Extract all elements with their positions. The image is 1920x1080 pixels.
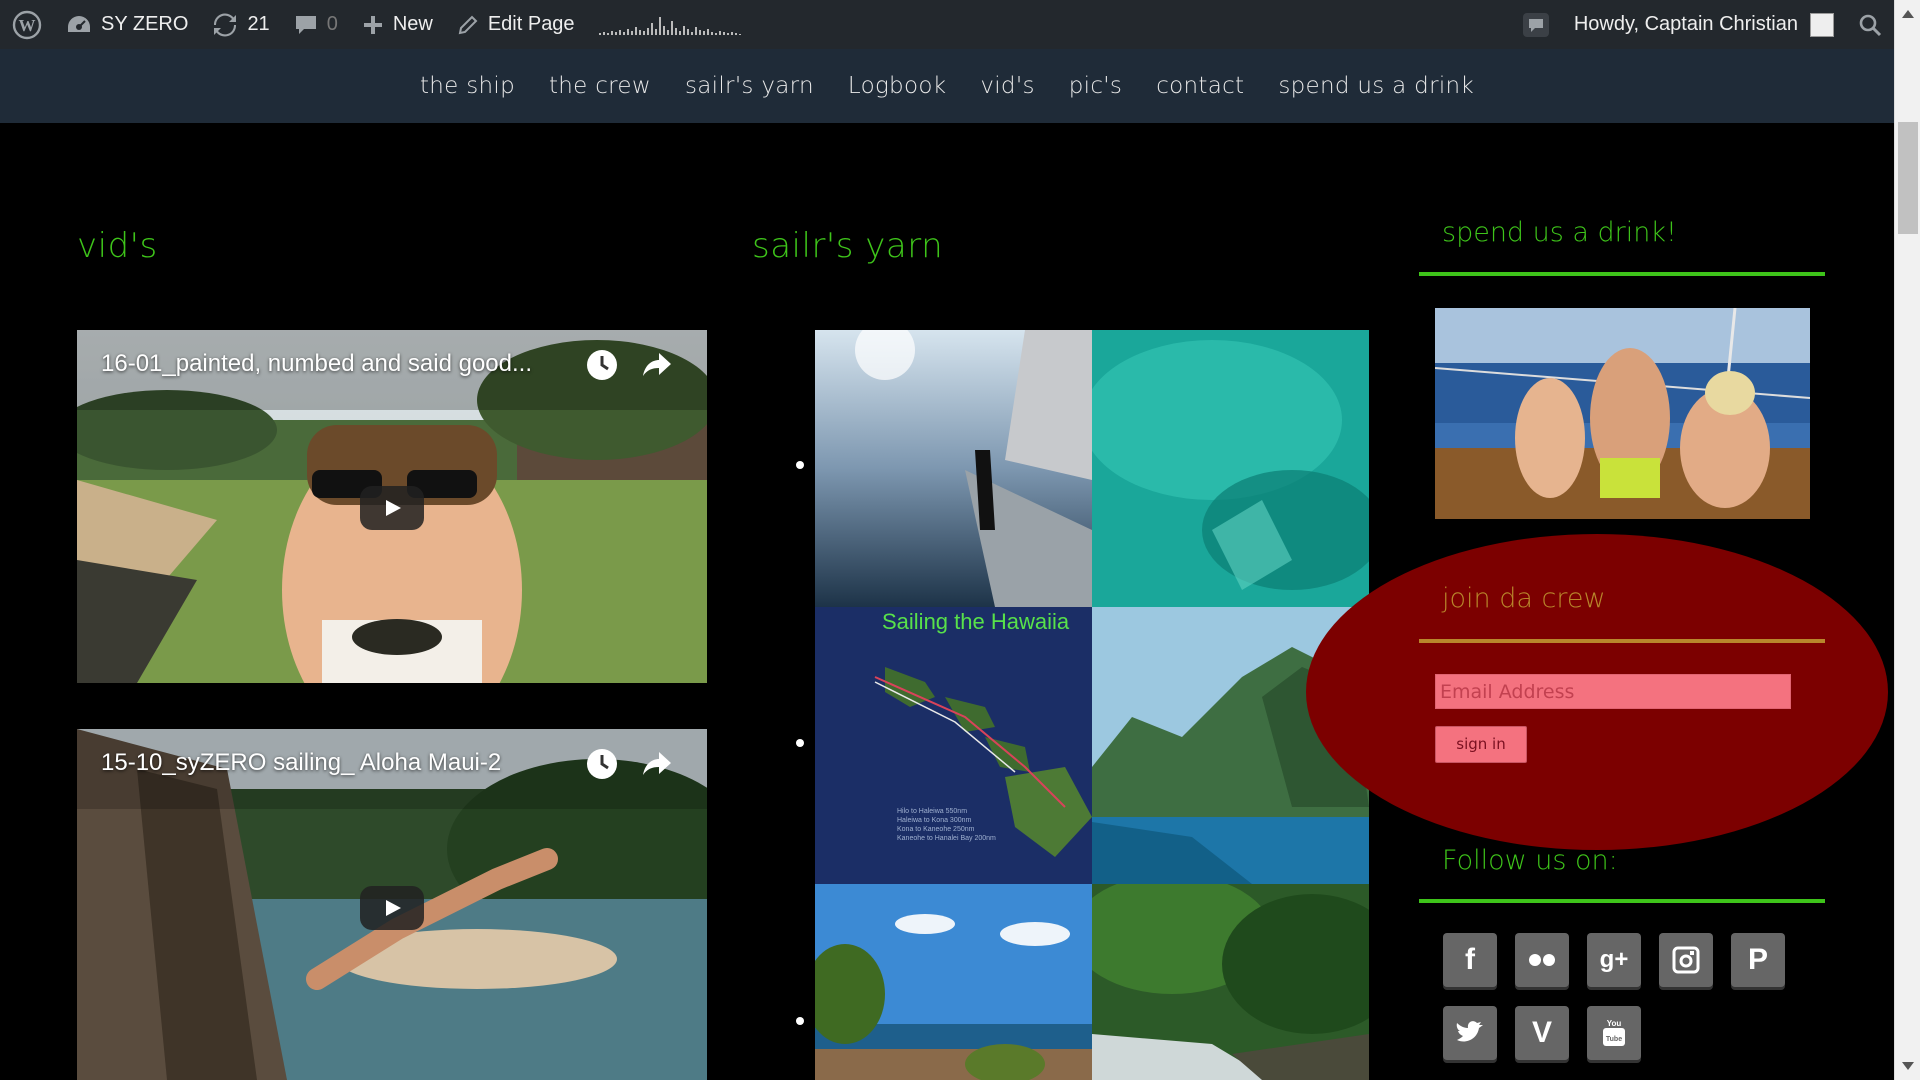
page-scrollbar[interactable] [1894, 0, 1920, 1080]
nav-item-the-ship[interactable]: the ship [403, 73, 532, 99]
spend-us-a-drink-title: spend us a drink! [1442, 217, 1677, 248]
share-icon[interactable] [639, 747, 673, 781]
edit-page-link[interactable]: Edit Page [445, 0, 587, 49]
email-field[interactable] [1435, 674, 1791, 709]
pencil-icon [458, 15, 478, 34]
map-legend-item: Kona to Kaneohe 250nm [897, 826, 975, 833]
follow-us-title: Follow us on: [1442, 845, 1618, 876]
nav-item-logbook[interactable]: Logbook [831, 73, 963, 99]
facebook-icon[interactable]: f [1443, 933, 1497, 987]
play-button[interactable] [360, 886, 424, 930]
comment-icon [295, 15, 316, 34]
google-plus-icon[interactable]: g+ [1587, 933, 1641, 987]
updates-count: 21 [247, 13, 270, 35]
share-icon[interactable] [639, 348, 673, 382]
yarn-thumbnail-waterfall[interactable] [1092, 884, 1369, 1080]
map-legend-item: Hilo to Haleiwa 550nm [897, 808, 968, 815]
vids-heading: vid's [77, 226, 158, 266]
map-legend-item: Kaneohe to Hanalei Bay 200nm [897, 835, 996, 842]
map-legend-item: Haleiwa to Kona 300nm [897, 817, 972, 824]
wordpress-logo-icon[interactable]: W [0, 0, 54, 49]
scroll-down-arrow-icon[interactable] [1902, 1062, 1914, 1070]
new-label: New [392, 13, 433, 35]
map-legend: Hilo to Haleiwa 550nm Haleiwa to Kona 30… [897, 807, 996, 843]
updates-icon [214, 12, 237, 37]
avatar [1810, 12, 1834, 37]
divider [1419, 899, 1825, 903]
updates-link[interactable]: 21 [200, 0, 281, 49]
nav-item-pics[interactable]: pic's [1052, 73, 1139, 99]
nav-item-contact[interactable]: contact [1139, 73, 1261, 99]
instagram-icon[interactable] [1659, 933, 1713, 987]
yarn-thumbnail-beach[interactable] [815, 884, 1092, 1080]
yarn-thumbnail-map[interactable]: Sailing the Hawaiia Hilo to Haleiwa 550n… [815, 607, 1092, 884]
stats-sparkline-icon [598, 16, 741, 35]
svg-text:W: W [19, 16, 36, 35]
comments-count: 0 [326, 13, 338, 35]
list-bullet [796, 739, 804, 747]
nav-item-spend-us-a-drink[interactable]: spend us a drink [1261, 73, 1491, 99]
admin-bar: W SY ZERO 21 0 New Edit Page Howdy, Capt… [0, 0, 1894, 49]
my-account-link[interactable]: Howdy, Captain Christian [1562, 0, 1846, 49]
divider [1419, 272, 1825, 276]
video-embed-2[interactable]: 15-10_syZERO sailing_ Aloha Maui-2 [77, 729, 707, 1080]
yarn-thumbnail-sail[interactable] [815, 330, 1092, 607]
scroll-up-arrow-icon[interactable] [1902, 10, 1914, 18]
nav-item-sailrs-yarn[interactable]: sailr's yarn [668, 73, 831, 99]
sign-in-button[interactable]: sign in [1435, 726, 1527, 763]
video-title-1: 16-01_painted, numbed and said good... [101, 350, 533, 377]
nav-item-vids[interactable]: vid's [963, 73, 1051, 99]
svg-text:Tube: Tube [1606, 1036, 1622, 1043]
flickr-icon[interactable] [1515, 933, 1569, 987]
main-nav: the ship the crew sailr's yarn Logbook v… [0, 49, 1894, 123]
plus-icon [363, 15, 382, 34]
divider [1419, 639, 1825, 643]
notifications-link[interactable] [1510, 0, 1562, 49]
list-bullet [796, 461, 804, 469]
youtube-icon[interactable]: You Tube [1587, 1006, 1641, 1060]
yarn-thumbnail-underwater[interactable] [1092, 330, 1369, 607]
sailrs-yarn-heading: sailr's yarn [752, 226, 944, 266]
site-name: SY ZERO [101, 13, 189, 35]
watch-later-icon[interactable] [585, 348, 619, 382]
map-caption: Sailing the Hawaiia [882, 609, 1070, 634]
spend-us-a-drink-photo[interactable] [1435, 308, 1810, 519]
edit-page-label: Edit Page [487, 13, 575, 35]
notification-bubble-icon [1522, 12, 1549, 37]
scrollbar-thumb[interactable] [1898, 122, 1918, 234]
twitter-icon[interactable] [1443, 1006, 1497, 1060]
search-icon [1859, 14, 1882, 36]
admin-search[interactable] [1846, 0, 1894, 49]
play-button[interactable] [360, 486, 424, 530]
new-content-link[interactable]: New [350, 0, 445, 49]
join-da-crew-title: join da crew [1442, 583, 1606, 614]
video-embed-1[interactable]: 16-01_painted, numbed and said good... [77, 330, 707, 683]
watch-later-icon[interactable] [585, 747, 619, 781]
svg-text:You: You [1607, 1019, 1622, 1028]
site-name-link[interactable]: SY ZERO [54, 0, 200, 49]
comments-link[interactable]: 0 [282, 0, 350, 49]
vimeo-icon[interactable]: V [1515, 1006, 1569, 1060]
howdy-text: Howdy, Captain Christian [1573, 13, 1798, 35]
nav-item-the-crew[interactable]: the crew [532, 73, 668, 99]
video-title-2: 15-10_syZERO sailing_ Aloha Maui-2 [101, 749, 502, 776]
stats-sparkline[interactable] [587, 0, 756, 49]
list-bullet [796, 1017, 804, 1025]
pinterest-icon[interactable]: P [1731, 933, 1785, 987]
dashboard-icon [68, 15, 90, 32]
